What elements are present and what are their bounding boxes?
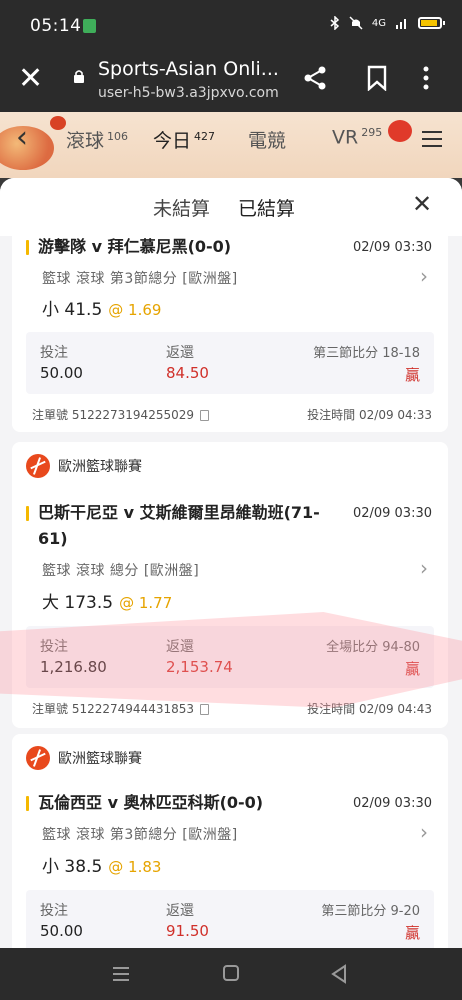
market-label: 籃球 滾球 第3節總分 [歐洲盤] [42, 827, 238, 843]
bet-summary-panel: 投注 50.00 返還 84.50 第三節比分 18-18 贏 [26, 332, 434, 394]
back-arrow-icon[interactable]: ‹ [16, 120, 28, 155]
order-number: 注單號 5122274944431853 [32, 700, 209, 717]
mute-bell-icon [349, 16, 363, 30]
league-header: 歐洲籃球聯賽 [26, 746, 142, 770]
bet-odds: @ 1.69 [108, 301, 162, 319]
market-label: 籃球 滾球 第3節總分 [歐洲盤] [42, 271, 238, 287]
signal-icon [396, 19, 406, 29]
bet-summary-panel: 投注 50.00 返還 91.50 第三節比分 9-20 贏 [26, 890, 434, 948]
bet-card[interactable]: 歐洲籃球聯賽 瓦倫西亞 v 奧林匹亞科斯(0-0) 02/09 03:30 籃球… [12, 734, 448, 948]
bet-card[interactable]: 游擊隊 v 拜仁慕尼黑(0-0) 02/09 03:30 籃球 滾球 第3節總分… [12, 218, 448, 432]
close-icon[interactable]: ✕ [412, 190, 432, 218]
tab-esports[interactable]: 電競 [248, 126, 286, 153]
bet-pick: 小 41.5 @ 1.69 [42, 300, 162, 320]
browser-toolbar: ✕ Sports-Asian Onli... user-h5-bw3.a3jpx… [0, 52, 462, 112]
bluetooth-icon [330, 16, 339, 30]
result-badge: 贏 [404, 366, 420, 384]
bet-pick: 大 173.5 @ 1.77 [42, 593, 173, 613]
network-type: 4G [371, 17, 386, 29]
copy-icon[interactable] [200, 704, 209, 715]
market-label: 籃球 滾球 總分 [歐洲盤] [42, 563, 200, 579]
result-badge: 贏 [404, 924, 420, 942]
tab-unsettled[interactable]: 未結算 [153, 194, 210, 221]
share-icon[interactable] [302, 64, 330, 92]
page-title: Sports-Asian Onli... [98, 58, 278, 80]
return-label: 返還 [166, 345, 194, 361]
chevron-right-icon[interactable]: › [420, 820, 428, 844]
bet-odds: @ 1.77 [119, 594, 173, 612]
match-name: 瓦倫西亞 v 奧林匹亞科斯(0-0) [26, 790, 263, 816]
order-number: 注單號 5122273194255029 [32, 406, 209, 423]
match-name: 巴斯干尼亞 v 艾斯維爾里昂維勒班(71-61) [26, 500, 326, 552]
match-time: 02/09 03:30 [352, 506, 432, 521]
basketball-icon [26, 454, 50, 478]
bet-odds: @ 1.83 [108, 858, 162, 876]
status-icons: 4G [330, 16, 445, 30]
bet-pick: 小 38.5 @ 1.83 [42, 857, 162, 877]
lantern-decoration [50, 116, 66, 130]
tab-settled[interactable]: 已結算 [238, 194, 295, 221]
match-time: 02/09 03:30 [352, 240, 432, 255]
bet-history-sheet: 未結算 已結算 ✕ 游擊隊 v 拜仁慕尼黑(0-0) 02/09 03:30 籃… [0, 178, 462, 948]
system-nav-bar [0, 948, 462, 1000]
chevron-right-icon[interactable]: › [420, 264, 428, 288]
league-name: 歐洲籃球聯賽 [58, 459, 142, 475]
return-value: 91.50 [166, 922, 209, 940]
score-text: 第三節比分 9-20 [321, 904, 420, 919]
lantern-decoration [388, 120, 412, 142]
more-menu-icon[interactable] [422, 65, 430, 91]
back-icon[interactable] [330, 964, 348, 984]
return-label: 返還 [166, 903, 194, 919]
return-value: 84.50 [166, 364, 209, 382]
recent-apps-icon[interactable] [112, 966, 130, 982]
lock-icon [74, 70, 84, 83]
tab-vr[interactable]: VR 295 [332, 126, 382, 148]
stake-value: 50.00 [40, 922, 83, 940]
bookmark-icon[interactable] [366, 65, 388, 91]
home-icon[interactable] [223, 965, 239, 981]
filter-icon[interactable] [420, 128, 444, 150]
match-name: 游擊隊 v 拜仁慕尼黑(0-0) [26, 234, 231, 260]
copy-icon[interactable] [200, 410, 209, 421]
stake-value: 50.00 [40, 364, 83, 382]
status-time: 05:14 [30, 16, 82, 36]
stake-label: 投注 [40, 345, 68, 361]
tab-today[interactable]: 今日 427 [153, 126, 215, 153]
score-text: 第三節比分 18-18 [313, 346, 420, 361]
match-time: 02/09 03:30 [352, 796, 432, 811]
app-notification-icon [83, 19, 96, 33]
league-name: 歐洲籃球聯賽 [58, 751, 142, 767]
stake-label: 投注 [40, 903, 68, 919]
battery-icon [418, 17, 445, 29]
tab-inplay[interactable]: 滾球 106 [66, 126, 128, 153]
close-tab-button[interactable]: ✕ [18, 64, 43, 94]
status-bar: 05:14 4G [0, 0, 462, 52]
bet-time: 投注時間 02/09 04:33 [307, 408, 432, 422]
page-url[interactable]: user-h5-bw3.a3jpxvo.com [98, 85, 279, 101]
sports-nav-bar: ‹ 滾球 106 今日 427 電競 VR 295 [0, 112, 462, 178]
chevron-right-icon[interactable]: › [420, 556, 428, 580]
basketball-icon [26, 746, 50, 770]
league-header: 歐洲籃球聯賽 [26, 454, 142, 478]
